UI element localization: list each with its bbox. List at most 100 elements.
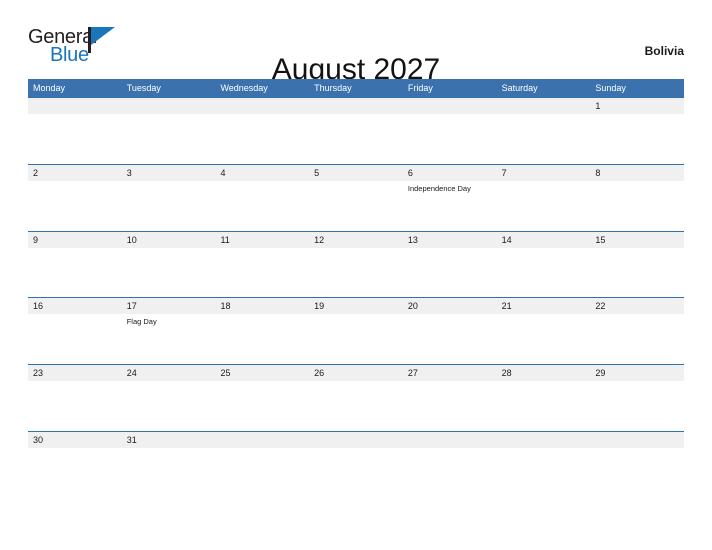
- day-event: [215, 314, 309, 363]
- day-event: [590, 381, 684, 430]
- day-number[interactable]: 7: [497, 165, 591, 181]
- day-event: [122, 248, 216, 297]
- day-event: [28, 181, 122, 230]
- day-number[interactable]: [497, 432, 591, 448]
- day-event: [309, 114, 403, 163]
- day-event: [122, 448, 216, 497]
- day-number[interactable]: 13: [403, 232, 497, 248]
- day-number[interactable]: 19: [309, 298, 403, 314]
- day-event: [122, 381, 216, 430]
- day-event: [497, 114, 591, 163]
- day-event: [590, 448, 684, 497]
- day-number[interactable]: 8: [590, 165, 684, 181]
- day-number[interactable]: 18: [215, 298, 309, 314]
- day-number[interactable]: 10: [122, 232, 216, 248]
- weekday-thursday: Thursday: [314, 83, 352, 93]
- day-event: [122, 181, 216, 230]
- week-event-cells: [28, 247, 684, 297]
- week-day-numbers: 2 3 4 5 6 7 8: [28, 164, 684, 181]
- day-number[interactable]: 12: [309, 232, 403, 248]
- week-day-numbers: 9 10 11 12 13 14 15: [28, 231, 684, 248]
- day-event: [28, 314, 122, 363]
- weekday-tuesday: Tuesday: [126, 83, 161, 93]
- weekday-wednesday: Wednesday: [220, 83, 268, 93]
- weekday-sunday: Sunday: [595, 83, 626, 93]
- week-row: 30 31: [28, 430, 684, 498]
- day-number[interactable]: 30: [28, 432, 122, 448]
- day-number[interactable]: [215, 98, 309, 114]
- day-number[interactable]: 29: [590, 365, 684, 381]
- day-event: [309, 248, 403, 297]
- weekday-friday: Friday: [407, 83, 433, 93]
- day-event: [403, 248, 497, 297]
- day-event: [28, 248, 122, 297]
- day-number[interactable]: 6: [403, 165, 497, 181]
- day-number[interactable]: 15: [590, 232, 684, 248]
- day-event: [497, 181, 591, 230]
- day-number[interactable]: [403, 432, 497, 448]
- day-event: [28, 381, 122, 430]
- day-number[interactable]: 11: [215, 232, 309, 248]
- day-number[interactable]: 31: [122, 432, 216, 448]
- day-number[interactable]: 3: [122, 165, 216, 181]
- day-event: [590, 181, 684, 230]
- day-event: [309, 381, 403, 430]
- day-number[interactable]: 14: [497, 232, 591, 248]
- day-event: [590, 314, 684, 363]
- day-number[interactable]: [309, 432, 403, 448]
- day-number[interactable]: 20: [403, 298, 497, 314]
- day-event: [497, 381, 591, 430]
- week-row: 23 24 25 26 27 28 29: [28, 364, 684, 431]
- day-number[interactable]: 24: [122, 365, 216, 381]
- day-number[interactable]: [122, 98, 216, 114]
- day-event: [403, 114, 497, 163]
- weekday-header-row: Monday Tuesday Wednesday Thursday Friday…: [28, 79, 684, 97]
- day-number[interactable]: [215, 432, 309, 448]
- day-number[interactable]: [403, 98, 497, 114]
- country-label: Bolivia: [644, 44, 684, 58]
- day-number[interactable]: 22: [590, 298, 684, 314]
- day-number[interactable]: 16: [28, 298, 122, 314]
- week-day-numbers: 16 17 18 19 20 21 22: [28, 298, 684, 315]
- day-number[interactable]: 2: [28, 165, 122, 181]
- day-number[interactable]: 27: [403, 365, 497, 381]
- day-number[interactable]: 4: [215, 165, 309, 181]
- weekday-monday: Monday: [33, 83, 66, 93]
- day-number[interactable]: [309, 98, 403, 114]
- week-row: 16 17 18 19 20 21 22 Flag Day: [28, 297, 684, 364]
- day-event: [215, 114, 309, 163]
- day-event: [28, 448, 122, 497]
- weekday-saturday: Saturday: [501, 83, 538, 93]
- flag-banner-shape: [91, 27, 115, 45]
- week-day-numbers: 23 24 25 26 27 28 29: [28, 365, 684, 382]
- day-event: [122, 114, 216, 163]
- week-row: 1: [28, 97, 684, 164]
- day-number[interactable]: 25: [215, 365, 309, 381]
- day-number[interactable]: 5: [309, 165, 403, 181]
- day-number[interactable]: 17: [122, 298, 216, 314]
- day-number[interactable]: 9: [28, 232, 122, 248]
- calendar-page: General Blue August 2027 Bolivia Monday …: [0, 0, 712, 550]
- day-number[interactable]: [590, 432, 684, 448]
- week-day-numbers: 1: [28, 98, 684, 114]
- week-day-numbers: 30 31: [28, 431, 684, 448]
- day-number[interactable]: 26: [309, 365, 403, 381]
- day-event: [403, 381, 497, 430]
- day-event: [403, 448, 497, 497]
- day-number[interactable]: 28: [497, 365, 591, 381]
- day-number[interactable]: 21: [497, 298, 591, 314]
- week-event-cells: [28, 447, 684, 497]
- week-event-cells: [28, 114, 684, 163]
- day-number[interactable]: 1: [590, 98, 684, 114]
- week-event-cells: Flag Day: [28, 314, 684, 364]
- week-row: 2 3 4 5 6 7 8 Independence Day: [28, 163, 684, 231]
- day-number[interactable]: 23: [28, 365, 122, 381]
- day-event: [590, 114, 684, 163]
- day-event-flag-day: Flag Day: [126, 317, 157, 327]
- day-number[interactable]: [28, 98, 122, 114]
- day-number[interactable]: [497, 98, 591, 114]
- day-event: [403, 314, 497, 363]
- flag-triangle-icon: [88, 27, 118, 53]
- day-event: [497, 314, 591, 363]
- page-header: General Blue August 2027 Bolivia: [28, 26, 684, 86]
